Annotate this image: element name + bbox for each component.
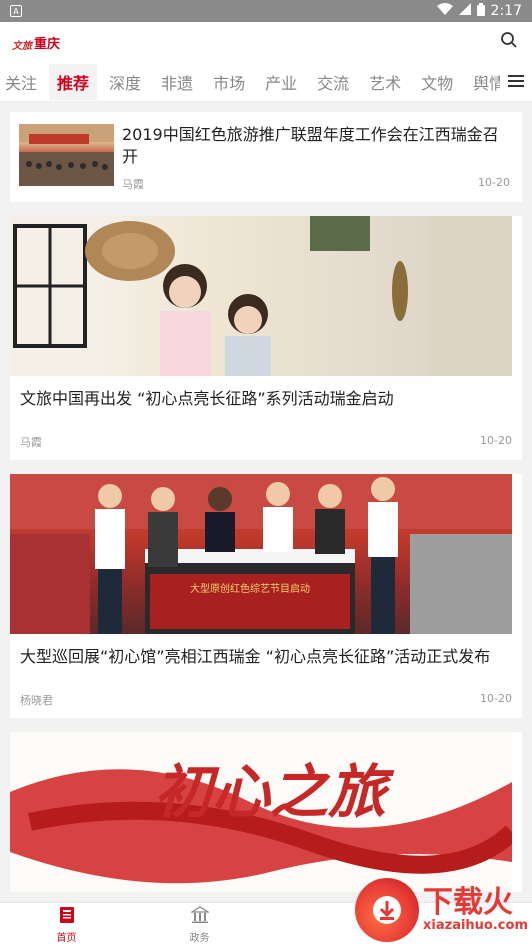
tab-menu-button[interactable] <box>500 62 532 101</box>
logo-mark: 文旅 <box>12 40 32 52</box>
government-building-icon <box>189 905 210 927</box>
signal-icon <box>458 3 471 19</box>
article-image: 初心之旅 <box>10 732 512 892</box>
article-card[interactable]: 文旅中国再出发 “初心点亮长征路”系列活动瑞金启动 马霞 10-20 <box>10 216 522 460</box>
clapboard-text: 大型原创红色综艺节目启动 <box>190 582 310 595</box>
watermark-title: 下载火 <box>423 884 514 920</box>
tab-5[interactable]: 产业 <box>265 70 297 94</box>
article-author: 杨晓君 <box>20 694 53 707</box>
banner-title-text: 初心之旅 <box>154 758 395 826</box>
article-date: 10-20 <box>480 692 512 705</box>
nav-home-label: 首页 <box>56 932 77 944</box>
article-card[interactable]: 大型原创红色综艺节目启动 大型巡回展“初心馆”亮相江西瑞金 “初心点亮长征路”活… <box>10 474 522 718</box>
tab-2[interactable]: 深度 <box>109 70 141 94</box>
news-feed: 2019中国红色旅游推广联盟年度工作会在江西瑞金召开 马霞 10-20 文旅中国… <box>0 102 532 904</box>
article-image <box>10 216 512 376</box>
article-card[interactable]: 初心之旅 <box>10 732 522 892</box>
article-title: 2019中国红色旅游推广联盟年度工作会在江西瑞金召开 <box>122 125 499 166</box>
logo-text: 重庆 <box>34 36 61 52</box>
flame-logo-icon <box>355 878 420 942</box>
watermark-subtitle: xiazaihuo.com <box>423 917 528 933</box>
battery-icon <box>476 2 485 20</box>
article-author: 马霞 <box>20 436 42 449</box>
tab-7[interactable]: 艺术 <box>369 70 401 94</box>
article-thumbnail <box>19 124 114 186</box>
article-title: 大型巡回展“初心馆”亮相江西瑞金 “初心点亮长征路”活动正式发布 <box>20 647 491 666</box>
article-author: 马霞 <box>122 178 144 191</box>
notification-icon: A <box>10 5 22 17</box>
app-logo: 文旅 重庆 <box>12 33 60 52</box>
nav-government-label: 政务 <box>189 932 210 944</box>
article-title: 文旅中国再出发 “初心点亮长征路”系列活动瑞金启动 <box>20 389 394 408</box>
nav-home[interactable]: 首页 <box>0 906 133 944</box>
watermark-logo: 下载火 xiazaihuo.com <box>355 878 528 942</box>
article-image: 大型原创红色综艺节目启动 <box>10 474 512 634</box>
nav-government[interactable]: 政务 <box>133 905 266 944</box>
tab-8[interactable]: 文物 <box>421 70 453 94</box>
menu-icon <box>508 73 524 92</box>
article-card[interactable]: 2019中国红色旅游推广联盟年度工作会在江西瑞金召开 马霞 10-20 <box>10 112 522 202</box>
tab-6[interactable]: 交流 <box>317 70 349 94</box>
bottom-navigation: 首页 政务 下载火 xiazaihuo.com <box>0 878 532 946</box>
tab-4[interactable]: 市场 <box>213 70 245 94</box>
newspaper-icon <box>59 906 75 927</box>
tab-1[interactable]: 推荐 <box>49 63 98 100</box>
article-date: 10-20 <box>480 434 512 447</box>
tab-3[interactable]: 非遗 <box>161 70 193 94</box>
tab-0[interactable]: 关注 <box>5 70 37 94</box>
article-date: 10-20 <box>478 176 510 189</box>
category-tabs: 关注 推荐 深度 非遗 市场 产业 交流 艺术 文物 舆情 <box>0 62 532 102</box>
search-icon <box>500 31 518 53</box>
search-button[interactable] <box>498 31 520 53</box>
wifi-icon <box>436 3 453 19</box>
status-bar: A 2:17 <box>0 0 532 22</box>
app-bar: 文旅 重庆 <box>0 22 532 62</box>
status-time: 2:17 <box>490 3 522 19</box>
